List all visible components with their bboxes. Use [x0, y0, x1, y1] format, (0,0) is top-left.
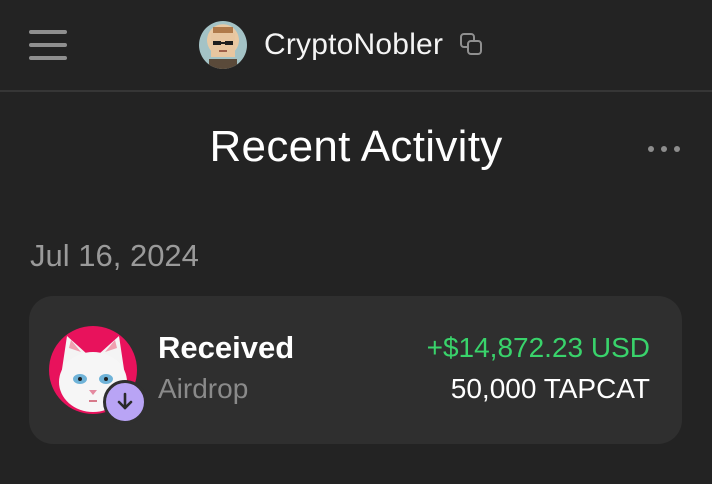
- token-amount: 50,000 TAPCAT: [450, 373, 650, 404]
- transaction-subtitle: Airdrop: [158, 373, 249, 404]
- activity-item[interactable]: Received Airdrop +$14,872.23 USD 50,000 …: [29, 296, 682, 444]
- activity-date: Jul 16, 2024: [30, 238, 199, 273]
- fiat-amount: +$14,872.23 USD: [426, 332, 650, 363]
- copy-icon-glyph: [460, 33, 483, 55]
- activity-screen: CryptoNobler Recent Activity Jul 16, 202…: [0, 0, 712, 484]
- dot: [648, 146, 654, 152]
- menu-line: [29, 30, 67, 34]
- dot: [661, 146, 667, 152]
- account-selector[interactable]: CryptoNobler: [199, 20, 485, 70]
- arrow-down-icon: [117, 392, 133, 410]
- received-badge: [103, 380, 147, 424]
- avatar[interactable]: [199, 21, 247, 69]
- username: CryptoNobler: [264, 28, 444, 61]
- transaction-type: Received: [158, 330, 295, 365]
- page-title: Recent Activity: [209, 122, 503, 171]
- menu-line: [29, 56, 67, 60]
- copy-icon[interactable]: [459, 32, 485, 58]
- hamburger-menu-icon[interactable]: [29, 28, 67, 62]
- pixel-art-avatar-icon: [209, 27, 237, 69]
- top-bar: CryptoNobler: [0, 0, 712, 92]
- menu-line: [29, 43, 67, 47]
- dot: [674, 146, 680, 152]
- more-options-icon[interactable]: [648, 141, 680, 157]
